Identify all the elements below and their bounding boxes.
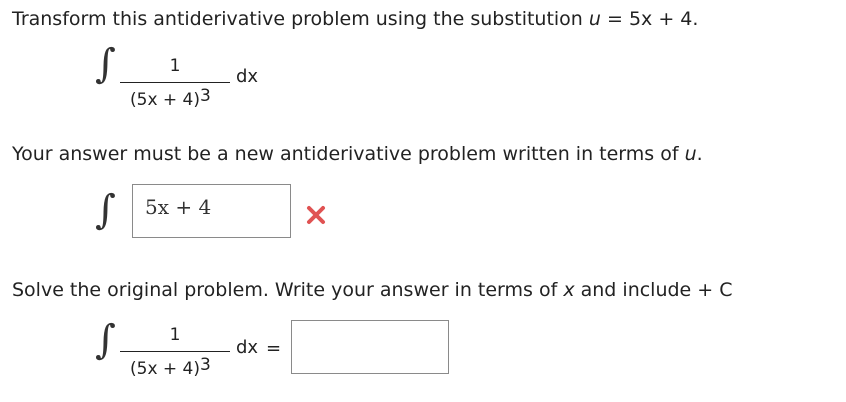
integral-sign: ∫: [95, 317, 116, 363]
fraction-denominator: (5x + 4)3: [130, 355, 211, 379]
final-answer-input[interactable]: [291, 320, 449, 374]
answer-instruction: Your answer must be a new antiderivative…: [12, 143, 703, 165]
fraction-bar: [120, 82, 230, 83]
substitution-variable: u: [588, 8, 601, 30]
transformed-integrand-value: 5x + 4: [145, 195, 212, 219]
x-mark-icon: [307, 206, 325, 224]
fraction-numerator: 1: [169, 325, 181, 345]
transformed-integrand-input[interactable]: 5x + 4: [132, 184, 291, 238]
fraction-bar: [120, 351, 230, 352]
integral-sign: ∫: [95, 41, 116, 87]
fraction-numerator: 1: [169, 56, 181, 76]
transform-instruction: Transform this antiderivative problem us…: [12, 8, 698, 30]
solve-variable: x: [563, 279, 575, 301]
solve-instruction-text: Solve the original problem. Write your a…: [12, 279, 558, 301]
instruction-text: Transform this antiderivative problem us…: [12, 8, 583, 30]
substitution-expression: = 5x + 4.: [607, 8, 699, 30]
differential: dx: [236, 66, 259, 87]
solve-instruction-tail: and include + C: [580, 279, 733, 301]
answer-variable: u: [684, 143, 697, 165]
differential: dx: [236, 337, 259, 358]
solve-instruction: Solve the original problem. Write your a…: [12, 279, 733, 301]
fraction-denominator: (5x + 4)3: [130, 86, 211, 110]
answer-instruction-text: Your answer must be a new antiderivative…: [12, 143, 679, 165]
integral-sign: ∫: [95, 187, 116, 233]
equals-sign: =: [266, 338, 282, 359]
